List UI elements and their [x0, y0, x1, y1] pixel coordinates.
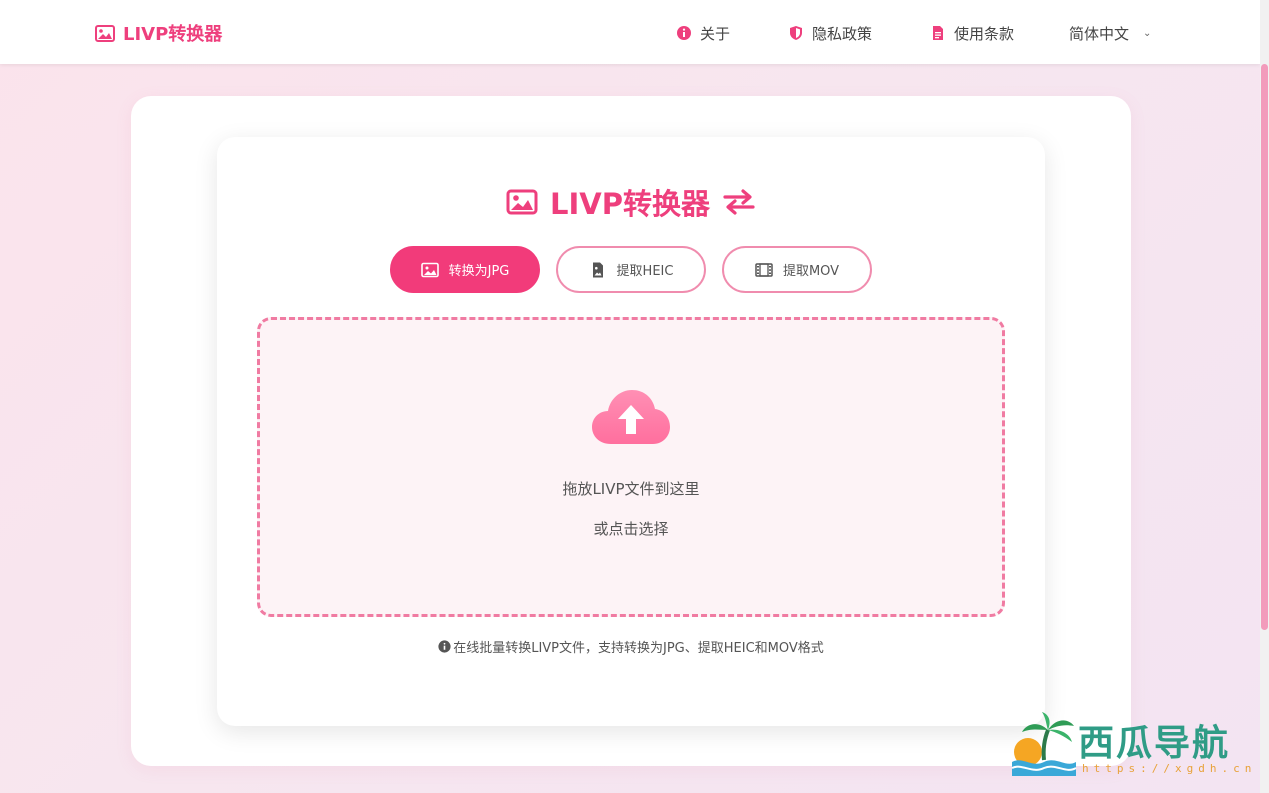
tab-extract-heic[interactable]: 提取HEIC — [556, 246, 706, 293]
watermark-title: 西瓜导航 — [1078, 723, 1231, 764]
nav-privacy-label: 隐私政策 — [812, 24, 873, 43]
image-icon — [420, 262, 439, 277]
language-select[interactable]: 简体中文 ⌄ — [1069, 20, 1151, 46]
tab-convert-jpg[interactable]: 转换为JPG — [390, 246, 540, 293]
nav-privacy[interactable]: 隐私政策 — [788, 20, 872, 46]
palm-island-logo-icon — [1011, 712, 1077, 776]
exchange-icon — [723, 189, 755, 215]
page-title-text: LIVP转换器 — [550, 187, 710, 221]
film-icon — [755, 262, 773, 277]
brand-logo[interactable]: LIVP转换器 — [95, 20, 222, 46]
info-note: 在线批量转换LIVP文件，支持转换为JPG、提取HEIC和MOV格式 — [217, 636, 1045, 656]
dropzone-main-text: 拖放LIVP文件到这里 — [562, 480, 700, 498]
image-icon — [95, 24, 115, 42]
chevron-down-icon: ⌄ — [1143, 27, 1152, 39]
file-image-icon — [592, 262, 603, 277]
page-title: LIVP转换器 — [217, 180, 1045, 224]
nav-about[interactable]: 关于 — [676, 20, 730, 46]
nav-terms-label: 使用条款 — [954, 24, 1015, 43]
info-circle-icon — [677, 26, 691, 40]
shield-icon — [790, 26, 802, 40]
file-dropzone[interactable] — [257, 317, 1005, 617]
tab-extract-mov[interactable]: 提取MOV — [722, 246, 872, 293]
image-icon — [506, 189, 538, 215]
nav-about-label: 关于 — [700, 24, 731, 43]
cloud-upload-icon — [592, 390, 670, 444]
watermark-url: https://xgdh.cn — [1082, 762, 1257, 775]
info-circle-icon — [438, 639, 451, 653]
brand-name: LIVP转换器 — [123, 24, 223, 45]
scrollbar-thumb[interactable] — [1261, 64, 1268, 630]
tab-extract-heic-label: 提取HEIC — [616, 264, 674, 279]
tab-convert-jpg-label: 转换为JPG — [448, 264, 510, 279]
tab-extract-mov-label: 提取MOV — [782, 264, 840, 279]
info-note-text: 在线批量转换LIVP文件，支持转换为JPG、提取HEIC和MOV格式 — [453, 640, 824, 656]
file-icon — [933, 26, 943, 40]
language-label: 简体中文 — [1069, 24, 1130, 43]
nav-terms[interactable]: 使用条款 — [930, 20, 1014, 46]
dropzone-sub-text[interactable]: 或点击选择 — [257, 518, 1005, 539]
watermark: 西瓜导航 https://xgdh.cn — [1008, 710, 1258, 790]
